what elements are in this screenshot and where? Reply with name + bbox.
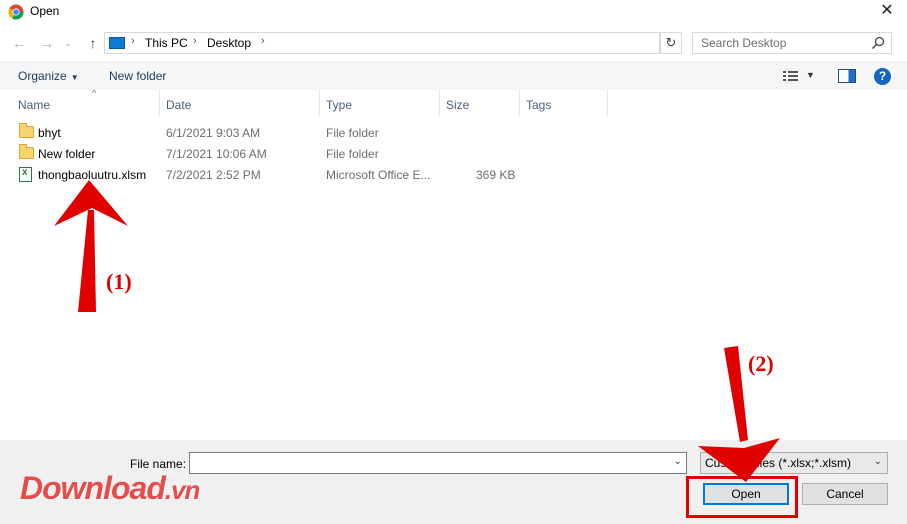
file-row[interactable]: thongbaoluutru.xlsm 7/2/2021 2:52 PM Mic… bbox=[0, 165, 907, 185]
chevron-down-icon[interactable]: ⌄ bbox=[674, 456, 682, 467]
file-date: 7/1/2021 10:06 AM bbox=[166, 147, 267, 161]
file-type: File folder bbox=[326, 147, 379, 161]
file-name-input[interactable] bbox=[194, 456, 664, 470]
column-header-size[interactable]: Size bbox=[440, 90, 520, 116]
watermark-brand: Download bbox=[20, 470, 166, 506]
breadcrumb-separator: › bbox=[261, 35, 265, 47]
title-bar: Open ✕ bbox=[0, 0, 907, 24]
breadcrumb-this-pc[interactable]: This PC bbox=[145, 36, 188, 50]
new-folder-button[interactable]: New folder bbox=[109, 69, 166, 83]
search-icon[interactable] bbox=[871, 36, 885, 50]
preview-pane-icon[interactable] bbox=[838, 69, 856, 83]
column-header-date[interactable]: Date bbox=[160, 90, 320, 116]
window-title: Open bbox=[30, 4, 60, 18]
command-toolbar: Organize ▼ New folder ▼ ? bbox=[0, 62, 907, 90]
column-header-label: Name bbox=[18, 98, 51, 112]
file-date: 6/1/2021 9:03 AM bbox=[166, 126, 261, 140]
folder-icon bbox=[19, 123, 34, 138]
close-button[interactable]: ✕ bbox=[875, 0, 899, 22]
breadcrumb-separator: › bbox=[131, 35, 135, 47]
search-box[interactable] bbox=[692, 32, 892, 54]
view-options-icon[interactable] bbox=[782, 69, 800, 83]
chevron-down-icon: ⌄ bbox=[64, 38, 72, 48]
file-list: ^ Name Date Type Size Tags bhyt 6/1/2021… bbox=[0, 88, 907, 440]
folder-icon bbox=[19, 144, 34, 159]
file-type: File folder bbox=[326, 126, 379, 140]
refresh-icon: ↻ bbox=[665, 35, 677, 50]
column-header-type[interactable]: Type bbox=[320, 90, 440, 116]
this-pc-icon bbox=[109, 37, 125, 49]
arrow-left-icon: ← bbox=[12, 35, 26, 51]
arrow-up-icon: ↑ bbox=[89, 35, 97, 51]
column-header-name[interactable]: ^ Name bbox=[12, 88, 160, 116]
chevron-down-icon: ⌄ bbox=[873, 456, 882, 467]
search-input[interactable] bbox=[699, 36, 867, 50]
organize-label: Organize bbox=[18, 69, 67, 83]
file-date: 7/2/2021 2:52 PM bbox=[166, 168, 261, 182]
breadcrumb-separator: › bbox=[193, 35, 197, 47]
file-name-label: File name: bbox=[130, 457, 187, 471]
refresh-button[interactable]: ↻ bbox=[660, 32, 682, 54]
column-header-label: Tags bbox=[526, 98, 552, 112]
column-header-tags[interactable]: Tags bbox=[520, 90, 608, 116]
view-caret-icon[interactable]: ▼ bbox=[806, 70, 815, 80]
close-icon: ✕ bbox=[880, 2, 894, 19]
caret-down-icon: ▼ bbox=[70, 73, 79, 82]
file-type-filter-select[interactable]: Custom Files (*.xlsx;*.xlsm) ⌄ bbox=[700, 452, 888, 474]
file-size: 369 KB bbox=[476, 168, 516, 182]
annotation-highlight-box bbox=[686, 476, 798, 518]
help-icon[interactable]: ? bbox=[874, 68, 891, 85]
cancel-button[interactable]: Cancel bbox=[802, 483, 888, 505]
file-row[interactable]: New folder 7/1/2021 10:06 AM File folder bbox=[0, 144, 907, 164]
watermark-logo: Download.vn bbox=[20, 470, 201, 507]
navigation-bar: ← → ⌄ ↑ › This PC › Desktop › ⌄ ↻ bbox=[0, 28, 907, 58]
file-name-combobox[interactable]: ⌄ bbox=[189, 452, 687, 474]
address-bar[interactable]: › This PC › Desktop › ⌄ bbox=[104, 32, 757, 54]
file-name: thongbaoluutru.xlsm bbox=[38, 168, 147, 182]
file-name: New folder bbox=[38, 147, 96, 161]
column-header-label: Size bbox=[446, 98, 470, 112]
recent-locations-button[interactable]: ⌄ bbox=[62, 34, 74, 52]
excel-file-icon bbox=[19, 167, 32, 182]
chrome-icon bbox=[8, 4, 24, 20]
arrow-right-icon: → bbox=[40, 35, 54, 51]
sort-ascending-icon: ^ bbox=[92, 88, 97, 98]
file-type-filter-value: Custom Files (*.xlsx;*.xlsm) bbox=[705, 456, 852, 470]
annotation-step-1: (1) bbox=[106, 269, 132, 294]
file-type: Microsoft Office E... bbox=[326, 168, 431, 182]
forward-button[interactable]: → bbox=[38, 34, 56, 52]
column-header-label: Date bbox=[166, 98, 192, 112]
organize-button[interactable]: Organize ▼ bbox=[18, 69, 79, 83]
column-header-label: Type bbox=[326, 98, 353, 112]
watermark-suffix: .vn bbox=[164, 475, 201, 505]
file-name: bhyt bbox=[38, 126, 61, 140]
annotation-step-2: (2) bbox=[748, 351, 774, 376]
back-button[interactable]: ← bbox=[10, 34, 28, 52]
breadcrumb-desktop[interactable]: Desktop bbox=[207, 36, 251, 50]
file-row[interactable]: bhyt 6/1/2021 9:03 AM File folder bbox=[0, 123, 907, 143]
up-button[interactable]: ↑ bbox=[84, 34, 102, 52]
